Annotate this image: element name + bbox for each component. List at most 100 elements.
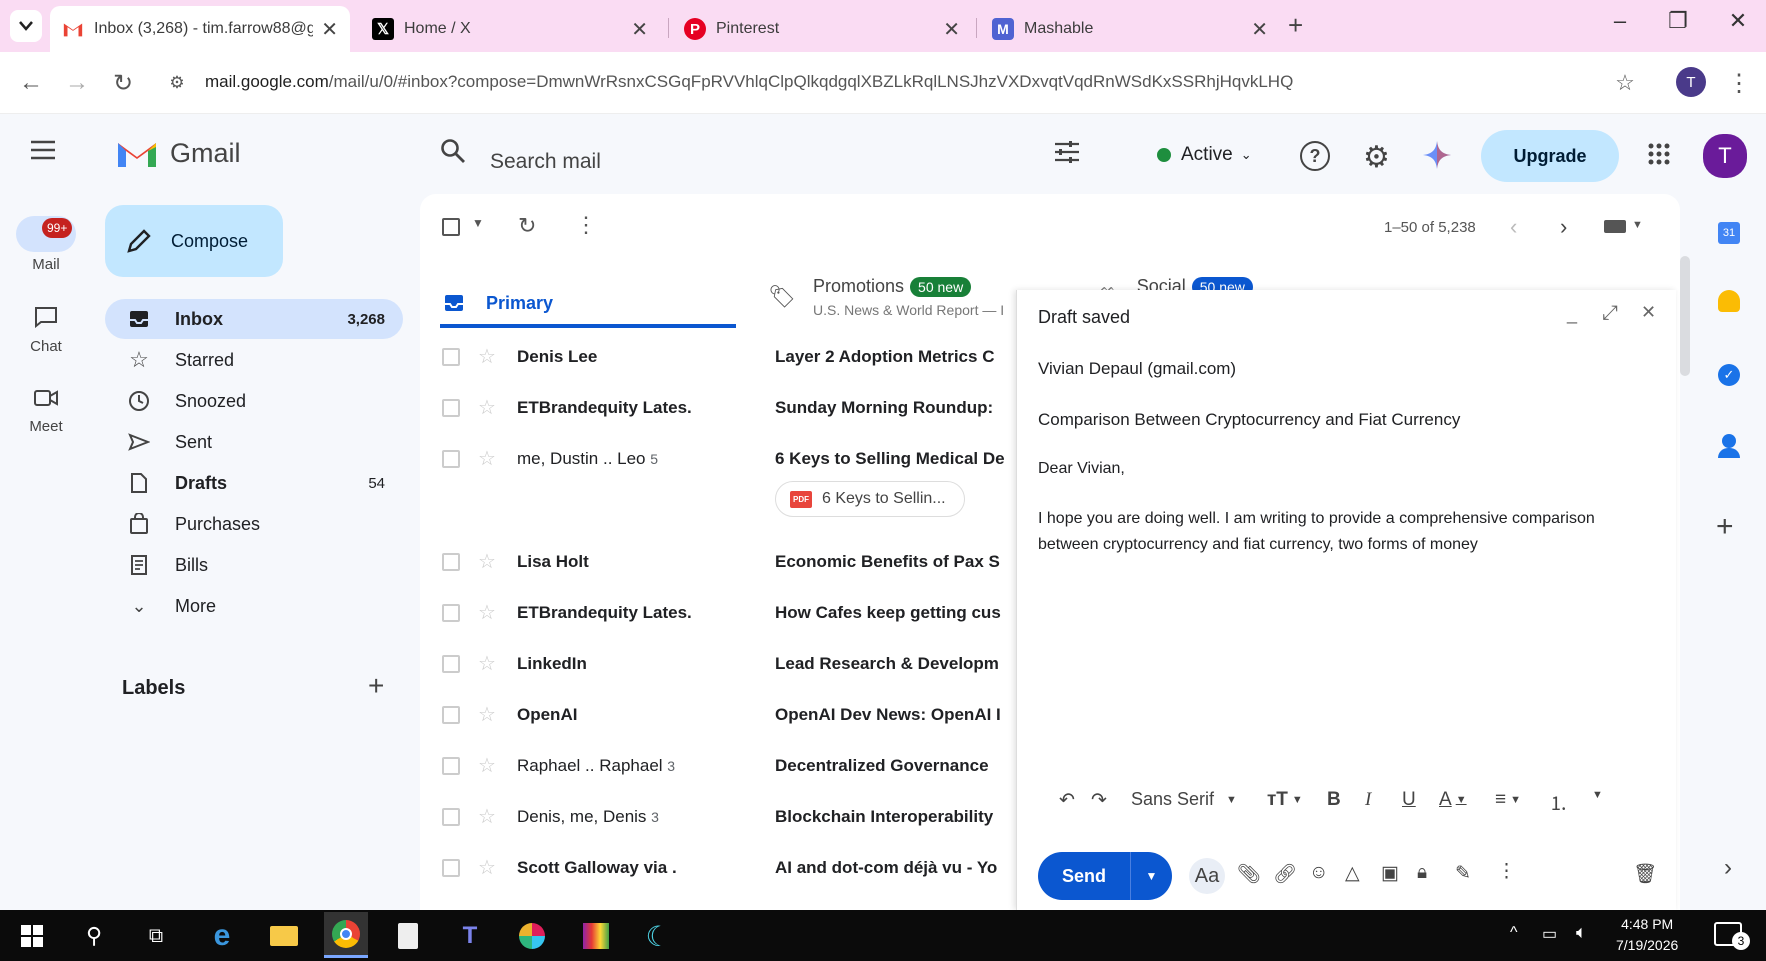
expand-panel-icon[interactable]: › <box>1724 854 1732 882</box>
minimize-compose-icon[interactable]: _ <box>1567 304 1577 325</box>
network-icon[interactable]: ▭ <box>1542 924 1557 944</box>
rail-meet[interactable]: Meet <box>14 388 78 435</box>
nav-inbox[interactable]: Inbox 3,268 <box>105 299 403 339</box>
gmail-logo-icon[interactable] <box>116 137 158 169</box>
browser-profile-avatar[interactable]: T <box>1676 67 1706 97</box>
reload-button[interactable]: ↻ <box>108 68 138 98</box>
add-addon-button[interactable]: + <box>1716 510 1734 544</box>
notepad-icon[interactable] <box>386 917 430 955</box>
row-checkbox[interactable] <box>442 398 460 417</box>
nav-starred[interactable]: ☆ Starred <box>105 340 403 380</box>
table-row[interactable]: ☆ Raphael .. Raphael 3 Decentralized Gover… <box>430 740 1020 791</box>
taskbar-search-icon[interactable]: ⚲ <box>72 917 116 955</box>
star-icon[interactable]: ☆ <box>478 651 496 676</box>
next-page-icon[interactable]: › <box>1560 214 1567 240</box>
search-options-icon[interactable] <box>1053 139 1081 165</box>
formatting-options-icon[interactable]: Aa <box>1189 858 1225 894</box>
volume-icon[interactable]: 🔈︎ <box>1576 922 1587 943</box>
compose-button[interactable]: Compose <box>105 205 283 277</box>
star-icon[interactable]: ☆ <box>478 855 496 880</box>
align-icon[interactable]: ≡ ▼ <box>1495 789 1521 811</box>
rail-chat[interactable]: Chat <box>14 306 78 355</box>
row-checkbox[interactable] <box>442 705 460 724</box>
row-checkbox[interactable] <box>442 807 460 826</box>
row-checkbox[interactable] <box>442 756 460 775</box>
table-row[interactable]: ☆ Scott Galloway via . AI and dot-com déj… <box>430 842 1020 893</box>
new-tab-button[interactable]: + <box>1288 10 1303 41</box>
slack-icon[interactable] <box>510 917 554 955</box>
select-all-checkbox[interactable] <box>442 218 460 236</box>
windows-start-icon[interactable] <box>10 917 54 955</box>
row-checkbox[interactable] <box>442 347 460 366</box>
bold-icon[interactable]: B <box>1327 789 1341 811</box>
chrome-icon[interactable] <box>324 912 368 958</box>
tab-pinterest[interactable]: P Pinterest ✕ <box>672 6 972 52</box>
back-button[interactable]: ← <box>16 68 46 98</box>
nav-sent[interactable]: Sent <box>105 422 403 462</box>
gemini-sparkle-icon[interactable] <box>1422 140 1452 170</box>
help-icon[interactable]: ? <box>1300 141 1330 171</box>
more-formatting-icon[interactable]: ▼ <box>1592 789 1603 801</box>
close-tab-icon[interactable]: ✕ <box>321 17 338 42</box>
star-icon[interactable]: ☆ <box>478 600 496 625</box>
emoji-icon[interactable]: ☺ <box>1309 862 1328 884</box>
star-icon[interactable]: ☆ <box>478 446 496 471</box>
tab-mashable[interactable]: M Mashable ✕ <box>980 6 1280 52</box>
recipient-field[interactable]: Vivian Depaul (gmail.com) <box>1038 359 1236 379</box>
send-button[interactable]: Send ▼ <box>1038 852 1172 900</box>
task-view-icon[interactable]: ⧉ <box>134 917 178 955</box>
refresh-icon[interactable]: ↻ <box>518 213 536 239</box>
close-window-button[interactable]: ✕ <box>1718 8 1758 34</box>
site-info-icon[interactable]: ⚙ <box>162 68 192 98</box>
tasks-check-icon[interactable]: ✓ <box>1718 364 1740 386</box>
nav-bills[interactable]: Bills <box>105 545 403 585</box>
table-row[interactable]: ☆ Lisa Holt Economic Benefits of Pax S <box>430 536 1020 587</box>
contacts-person-icon[interactable] <box>1722 434 1736 448</box>
app-wave-icon[interactable]: ☾ <box>636 917 680 955</box>
create-label-button[interactable]: + <box>368 670 384 702</box>
insert-photo-icon[interactable]: ▣ <box>1381 862 1399 885</box>
table-row[interactable]: ☆ Denis, me, Denis 3 Blockchain Interopera… <box>430 791 1020 842</box>
tab-gmail[interactable]: Inbox (3,268) - tim.farrow88@g ✕ <box>50 6 350 52</box>
nav-snoozed[interactable]: Snoozed <box>105 381 403 421</box>
font-family-select[interactable]: Sans Serif ▼ <box>1131 789 1237 810</box>
more-actions-icon[interactable]: ⋮ <box>575 212 597 238</box>
body-line-2[interactable]: between cryptocurrency and fiat currency… <box>1038 536 1478 554</box>
star-icon[interactable]: ☆ <box>478 702 496 727</box>
bookmark-star-icon[interactable]: ☆ <box>1610 68 1640 98</box>
calendar-icon[interactable]: 31 <box>1718 222 1740 244</box>
edge-browser-icon[interactable]: e <box>200 917 244 955</box>
font-size-icon[interactable]: тT ▼ <box>1267 789 1303 811</box>
close-tab-icon[interactable]: ✕ <box>1251 17 1268 42</box>
tray-chevron-icon[interactable]: ^ <box>1510 924 1518 942</box>
apps-grid-icon[interactable] <box>1647 142 1671 166</box>
star-icon[interactable]: ☆ <box>478 549 496 574</box>
settings-gear-icon[interactable]: ⚙ <box>1363 140 1390 175</box>
taskbar-clock[interactable]: 4:48 PM 7/19/2026 <box>1616 914 1678 956</box>
close-compose-icon[interactable]: ✕ <box>1641 302 1656 323</box>
schedule-dropdown-icon[interactable]: ▼ <box>1131 869 1172 883</box>
nav-purchases[interactable]: Purchases <box>105 504 403 544</box>
table-row[interactable]: ☆ ETBrandequity Lates. How Cafes keep get… <box>430 587 1020 638</box>
fullscreen-icon[interactable]: ⤢ <box>1602 302 1618 325</box>
confidential-lock-icon[interactable]: 🔒︎ <box>1417 862 1427 884</box>
table-row[interactable]: ☆ Denis Lee Layer 2 Adoption Metrics C <box>430 331 1020 382</box>
numbered-list-icon[interactable]: ⒈ <box>1549 789 1568 816</box>
close-tab-icon[interactable]: ✕ <box>943 17 960 42</box>
minimize-button[interactable]: – <box>1600 8 1640 34</box>
winrar-icon[interactable] <box>574 917 618 955</box>
search-icon[interactable] <box>440 138 466 164</box>
rail-mail[interactable]: 99+ Mail <box>14 216 78 273</box>
status-selector[interactable]: Active ⌄ <box>1157 144 1252 166</box>
insert-link-icon[interactable]: 🔗︎ <box>1273 862 1297 886</box>
select-dropdown-icon[interactable]: ▼ <box>472 216 484 230</box>
star-icon[interactable]: ☆ <box>478 395 496 420</box>
nav-drafts[interactable]: Drafts 54 <box>105 463 403 503</box>
tab-primary[interactable]: Primary <box>440 282 736 328</box>
row-checkbox[interactable] <box>442 552 460 571</box>
file-explorer-icon[interactable] <box>262 917 306 955</box>
italic-icon[interactable]: I <box>1365 789 1371 811</box>
star-icon[interactable]: ☆ <box>478 804 496 829</box>
search-input[interactable]: Search mail <box>490 150 601 174</box>
scrollbar-thumb[interactable] <box>1680 256 1690 376</box>
